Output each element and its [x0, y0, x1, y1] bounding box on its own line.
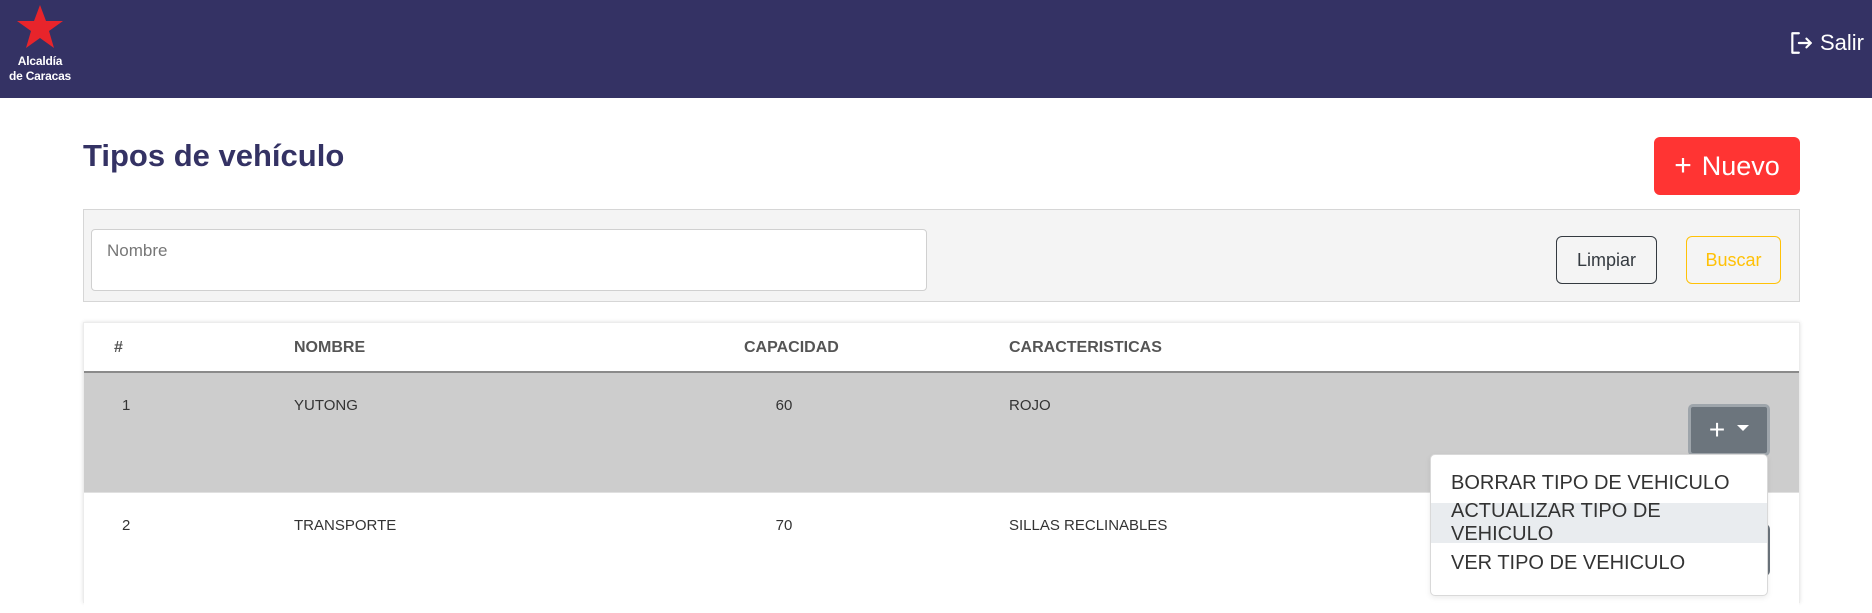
clear-button[interactable]: Limpiar	[1556, 236, 1657, 284]
logo-text-line1: Alcaldía	[17, 54, 63, 68]
menu-item-delete[interactable]: BORRAR TIPO DE VEHICULO	[1431, 463, 1767, 503]
column-header-number[interactable]: #	[114, 339, 123, 357]
star-icon	[17, 5, 63, 48]
alcaldia-logo[interactable]: Alcaldía de Caracas	[4, 4, 76, 88]
new-button-label: Nuevo	[1701, 150, 1780, 181]
name-search-input[interactable]	[91, 229, 927, 291]
column-header-characteristics[interactable]: CARACTERISTICAS	[1009, 339, 1162, 357]
row-actions-button[interactable]: +	[1688, 404, 1770, 456]
filter-panel: Limpiar Buscar	[83, 209, 1800, 302]
cell-capacity: 70	[775, 517, 793, 534]
cell-characteristics: SILLAS RECLINABLES	[1009, 517, 1168, 534]
top-navbar: Alcaldía de Caracas Salir	[0, 0, 1872, 98]
cell-name: TRANSPORTE	[294, 517, 397, 534]
table-header: # NOMBRE CAPACIDAD CARACTERISTICAS	[84, 323, 1799, 373]
cell-name: YUTONG	[294, 397, 358, 414]
new-button[interactable]: + Nuevo	[1654, 137, 1800, 195]
logout-button[interactable]: Salir	[1788, 28, 1864, 58]
menu-item-update[interactable]: ACTUALIZAR TIPO DE VEHICULO	[1431, 500, 1767, 545]
column-header-name[interactable]: NOMBRE	[294, 339, 365, 357]
cell-number: 1	[122, 397, 131, 414]
page-title: Tipos de vehículo	[83, 138, 345, 173]
plus-icon: +	[1708, 414, 1726, 445]
row-actions-dropdown-menu: BORRAR TIPO DE VEHICULO ACTUALIZAR TIPO …	[1430, 454, 1768, 596]
logo-text: Alcaldía de Caracas	[4, 54, 76, 84]
logo-text-line2: de Caracas	[8, 69, 72, 83]
menu-item-view[interactable]: VER TIPO DE VEHICULO	[1431, 543, 1767, 583]
column-header-capacity[interactable]: CAPACIDAD	[744, 339, 839, 357]
plus-icon: +	[1674, 149, 1692, 182]
cell-number: 2	[122, 517, 131, 534]
caret-down-icon	[1737, 425, 1750, 431]
cell-characteristics: ROJO	[1009, 397, 1051, 414]
cell-capacity: 60	[775, 397, 793, 414]
logout-icon	[1791, 32, 1812, 54]
search-button[interactable]: Buscar	[1686, 236, 1781, 284]
logout-label: Salir	[1819, 30, 1864, 55]
